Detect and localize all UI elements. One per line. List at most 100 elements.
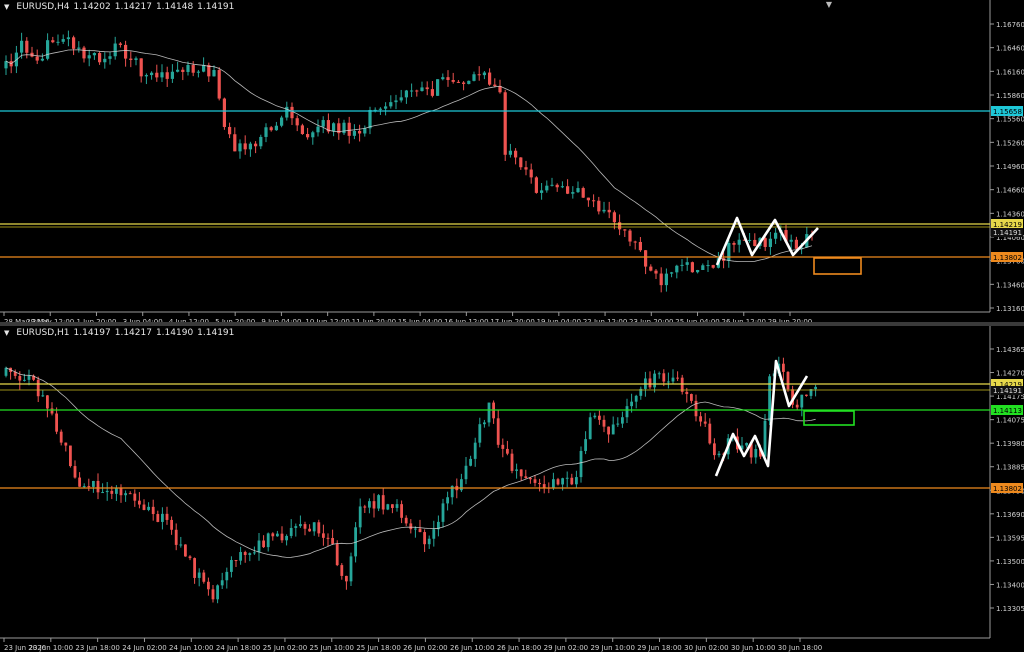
- h4-candle: [368, 109, 372, 129]
- h4-candle: [280, 117, 284, 126]
- h4-price-tick-label: 1.16160: [996, 68, 1024, 76]
- h4-candle: [690, 262, 694, 273]
- h4-candle: [425, 87, 429, 90]
- h1-level-tag-label-2: 1.13802: [993, 485, 1022, 493]
- h4-candle: [20, 40, 24, 53]
- h4-candle: [352, 130, 356, 136]
- h1-candle: [55, 413, 58, 432]
- h4-candle: [196, 71, 200, 73]
- h1-candle: [27, 375, 31, 380]
- h1-candle: [381, 495, 385, 510]
- h4-candle: [118, 43, 122, 45]
- h4-candle: [456, 81, 460, 83]
- h4-candle: [40, 58, 44, 61]
- h1-candle: [685, 391, 689, 395]
- h4-candle: [342, 122, 346, 134]
- h1-candle: [262, 540, 265, 548]
- h1-candle: [220, 580, 224, 586]
- h1-candle: [690, 394, 693, 401]
- h1-bid-tag-label: 1.14191: [993, 387, 1022, 395]
- h1-candle: [519, 469, 523, 477]
- h4-candle: [384, 106, 388, 109]
- h1-time-tick-label: 29 Jun 10:00: [590, 644, 634, 652]
- h1-candle: [73, 466, 77, 478]
- h1-candle: [501, 444, 505, 449]
- h1-candle: [161, 513, 164, 522]
- h1-candle: [570, 477, 574, 485]
- h1-candle: [515, 469, 518, 471]
- h1-candle: [41, 395, 45, 397]
- h1-chart-panel[interactable]: 1.14365 1.14270 1.14175 1.14075 1.13980 1.138…: [0, 326, 1024, 652]
- h1-chart-canvas[interactable]: 1.143651.142701.141751.140751.139801.138…: [0, 326, 1024, 652]
- h4-candle: [363, 128, 367, 134]
- h4-candle: [378, 108, 382, 110]
- h1-candle: [87, 486, 91, 488]
- h4-open: 1.14202: [73, 2, 111, 12]
- h1-candle: [657, 373, 661, 375]
- h4-candle: [576, 188, 580, 193]
- h1-candle: [372, 501, 376, 509]
- h4-candle: [638, 241, 642, 251]
- h1-candle: [317, 522, 321, 534]
- h1-candle: [427, 538, 431, 545]
- h1-candle: [400, 504, 403, 518]
- h4-candle: [602, 209, 606, 212]
- chart-shift-marker-icon[interactable]: ▼: [826, 0, 832, 9]
- h4-low: 1.14148: [155, 2, 194, 12]
- h1-high: 1.14217: [114, 328, 152, 338]
- h1-candle: [648, 378, 652, 388]
- h1-candle: [745, 442, 748, 446]
- h1-candle: [561, 478, 564, 485]
- h4-candle: [737, 239, 741, 245]
- h4-candle: [165, 72, 169, 79]
- h1-time-tick-label: 26 Jun 02:00: [403, 644, 447, 652]
- h4-candle: [181, 69, 185, 72]
- h4-chart-panel[interactable]: 1.16760 1.16460 1.16160 1.15860 1.15560 1.152…: [0, 0, 1024, 322]
- h4-candle: [160, 72, 164, 78]
- h1-candle: [115, 488, 118, 494]
- h1-candle: [575, 477, 578, 485]
- h1-candle: [308, 528, 311, 532]
- h1-candle: [280, 533, 284, 541]
- h1-candle: [92, 480, 95, 487]
- h4-candle: [243, 143, 247, 150]
- collapse-triangle-icon[interactable]: ▼: [4, 329, 9, 337]
- h1-candle: [418, 528, 422, 533]
- h4-candle: [124, 44, 128, 59]
- h1-price-tick-label: 1.13595: [996, 534, 1024, 542]
- h4-candle: [212, 70, 216, 77]
- h4-chart-canvas[interactable]: 1.16760 1.16460 1.16160 1.15860 1.15560 1.152…: [0, 0, 1024, 322]
- h4-target-zone-box[interactable]: [813, 257, 862, 275]
- h4-candle: [254, 143, 258, 147]
- h1-candle: [607, 426, 610, 435]
- h4-candle: [306, 133, 310, 138]
- h1-time-tick-label: 25 Jun 18:00: [356, 644, 400, 652]
- h4-candle: [592, 200, 596, 202]
- h1-candle: [193, 558, 196, 578]
- h1-candle: [611, 424, 615, 435]
- h4-candle: [664, 273, 668, 286]
- h4-candle: [202, 65, 206, 72]
- h1-candle: [469, 458, 472, 466]
- h1-candle: [496, 418, 500, 445]
- h4-candle: [436, 79, 440, 96]
- h4-candle: [696, 270, 700, 273]
- h4-candle: [77, 47, 81, 49]
- h1-candle: [409, 523, 413, 530]
- h4-candle: [462, 82, 466, 84]
- h1-time-tick-label: 30 Jun 10:00: [731, 644, 775, 652]
- h1-candle: [713, 443, 716, 456]
- h4-candle: [394, 100, 398, 103]
- h1-candle: [345, 575, 348, 582]
- h4-candle: [472, 74, 476, 81]
- collapse-triangle-icon[interactable]: ▼: [4, 3, 9, 11]
- h1-target-zone-box[interactable]: [803, 410, 855, 426]
- h1-time-tick-label: 26 Jun 18:00: [497, 644, 541, 652]
- h1-price-tick-label: 1.13305: [996, 605, 1024, 613]
- h1-candle: [322, 533, 325, 538]
- h1-candle: [266, 533, 270, 548]
- h1-price-tick-label: 1.13980: [996, 440, 1024, 448]
- h1-candle: [524, 476, 528, 478]
- h1-candle: [142, 504, 146, 510]
- h1-candle: [395, 504, 399, 508]
